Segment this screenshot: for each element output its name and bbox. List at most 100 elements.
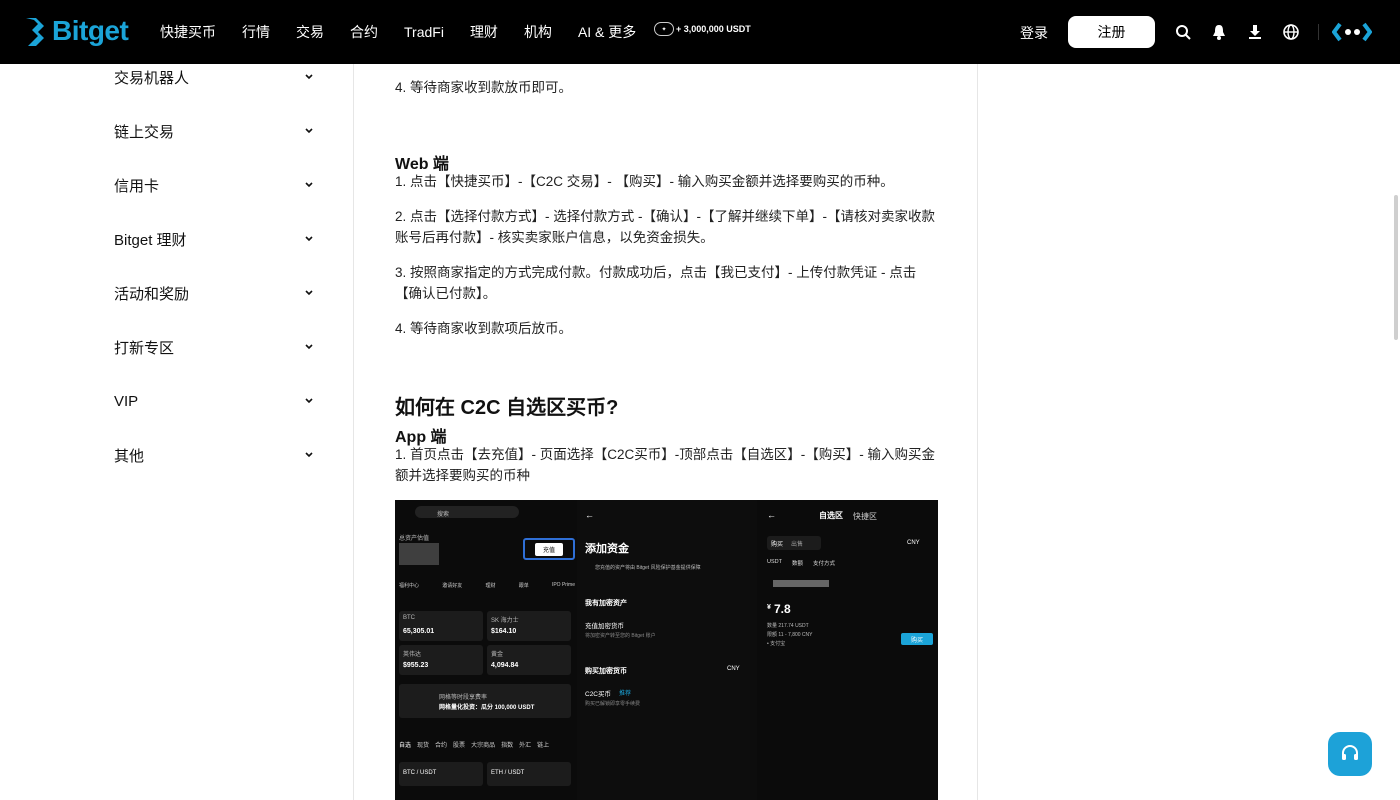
headset-icon bbox=[1342, 745, 1358, 760]
market-tabs: 自选 现货 合约 股票 大宗商品 指数 外汇 链上 bbox=[399, 740, 549, 749]
nav-earn[interactable]: 理财 bbox=[470, 22, 498, 42]
ad-payment: • 支付宝 bbox=[767, 641, 786, 647]
add-funds-title: 添加资金 bbox=[585, 543, 629, 555]
login-link[interactable]: 登录 bbox=[1020, 23, 1048, 43]
sidebar-item-trading-bots[interactable]: 交易机器人 bbox=[114, 65, 314, 89]
chevron-down-icon bbox=[304, 450, 314, 460]
brand-mark-icon[interactable] bbox=[1331, 22, 1373, 42]
back-arrow-icon: ← bbox=[585, 510, 594, 520]
total-assets-label: 总资产估值 bbox=[399, 536, 430, 542]
nav-trade[interactable]: 交易 bbox=[296, 22, 324, 42]
screenshot-search-bar: 搜索 bbox=[415, 506, 519, 518]
ad-price: 7.8 bbox=[774, 602, 791, 616]
article-content: 4. 等待商家收到款放币即可。 Web 端 1. 点击【快捷买币】-【C2C 交… bbox=[355, 64, 978, 800]
quick-icon-row: 福利中心 邀请好友 理财 跟单 IPO Prime bbox=[399, 582, 575, 589]
page-scrollbar[interactable] bbox=[1394, 195, 1398, 340]
register-button[interactable]: 注册 bbox=[1068, 16, 1155, 48]
tile-name: BTC bbox=[403, 615, 415, 621]
deposit-highlight: 充值 bbox=[523, 538, 575, 560]
deposit-crypto-sub: 将加密资产转至您的 Bitget 账户 bbox=[585, 633, 656, 639]
screenshot-add-funds-panel: ← 添加资金 您充值的资产将由 Bitget 风险保护基金提供保障 我有加密资产… bbox=[577, 500, 757, 800]
promo-badge-icon: ✦ bbox=[654, 22, 674, 36]
sidebar-item-label: 信用卡 bbox=[114, 177, 160, 195]
p2p-currency: CNY bbox=[907, 540, 920, 546]
market-tab: 股票 bbox=[453, 743, 466, 749]
sidebar-item-onchain[interactable]: 链上交易 bbox=[114, 119, 314, 143]
tile-gold: 黄金 4,094.84 bbox=[487, 645, 571, 675]
p2p-tab-custom: 自选区 bbox=[819, 511, 843, 520]
sidebar-item-events-rewards[interactable]: 活动和奖励 bbox=[114, 281, 314, 305]
filter-payment: 支付方式 bbox=[813, 561, 836, 567]
buy-sell-toggle: 购买 出售 bbox=[767, 536, 821, 550]
sidebar-item-launchpad[interactable]: 打新专区 bbox=[114, 335, 314, 359]
nav-quick-buy[interactable]: 快捷买币 bbox=[160, 22, 216, 42]
buy-tab: 购买 bbox=[771, 541, 784, 548]
tile-value: 4,094.84 bbox=[491, 662, 519, 669]
nav-futures[interactable]: 合约 bbox=[350, 22, 378, 42]
tile-name: 英伟达 bbox=[403, 652, 422, 658]
market-tab: 大宗商品 bbox=[471, 743, 496, 749]
quick-icon-label: 理财 bbox=[485, 583, 496, 589]
bitget-logo[interactable]: Bitget bbox=[24, 14, 129, 48]
ad-buy-button: 购买 bbox=[901, 633, 933, 645]
globe-icon[interactable] bbox=[1281, 22, 1301, 42]
sidebar-item-vip[interactable]: VIP bbox=[114, 389, 314, 413]
tile-nvidia: 英伟达 $955.23 bbox=[399, 645, 483, 675]
sidebar-item-label: 链上交易 bbox=[114, 123, 175, 141]
tile-name: SK 海力士 bbox=[491, 618, 519, 624]
quick-icon-label: IPO Prime bbox=[551, 582, 575, 588]
c2c-buy-sub: 购买已解锁即享零手续费 bbox=[585, 701, 641, 707]
section-title: 如何在 C2C 自选区买币? bbox=[395, 397, 619, 419]
promo-text: + 3,000,000 USDT bbox=[676, 24, 751, 34]
market-tab: 外汇 bbox=[519, 743, 532, 749]
tile-value: $955.23 bbox=[403, 662, 429, 669]
nav-markets[interactable]: 行情 bbox=[242, 22, 270, 42]
ad-limit: 限额 11 - 7,800 CNY bbox=[767, 632, 813, 638]
bell-icon[interactable] bbox=[1209, 22, 1229, 42]
nav-ai-more[interactable]: AI & 更多 bbox=[578, 22, 636, 42]
chevron-down-icon bbox=[304, 126, 314, 136]
sidebar-item-credit-card[interactable]: 信用卡 bbox=[114, 173, 314, 197]
sidebar-item-bitget-earn[interactable]: Bitget 理财 bbox=[114, 227, 314, 251]
web-step-3: 3. 按照商家指定的方式完成付款。付款成功后，点击【我已支付】- 上传付款凭证 … bbox=[395, 265, 917, 301]
tile-btc: BTC 65,305.01 bbox=[399, 611, 483, 641]
grid-promo-banner: 网格等时段享费率 网格量化投资：瓜分 100,000 USDT bbox=[399, 684, 571, 718]
chevron-down-icon bbox=[304, 396, 314, 406]
sidebar-item-label: 交易机器人 bbox=[114, 69, 190, 87]
quick-icon-label: 邀请好友 bbox=[442, 583, 463, 589]
sidebar-item-label: 活动和奖励 bbox=[114, 285, 190, 303]
nav-tradfi[interactable]: TradFi bbox=[404, 24, 444, 40]
sidebar-item-other[interactable]: 其他 bbox=[114, 443, 314, 467]
help-sidebar: 交易机器人 链上交易 信用卡 Bitget 理财 活动和奖励 打新专区 VIP … bbox=[0, 64, 354, 800]
market-tab: 现货 bbox=[417, 743, 430, 749]
header-divider bbox=[1318, 24, 1319, 40]
register-label: 注册 bbox=[1097, 24, 1126, 40]
promo-banner[interactable]: ✦ + 3,000,000 USDT bbox=[654, 22, 751, 36]
banner-line-1: 网格等时段享费率 bbox=[439, 695, 488, 701]
sidebar-item-label: 其他 bbox=[114, 447, 145, 465]
screenshot-home-panel: 搜索 总资产估值 充值 福利中心 邀请好友 理财 跟单 IPO Prime BT… bbox=[395, 500, 575, 800]
logo-text: Bitget bbox=[52, 15, 129, 46]
banner-line-2: 网格量化投资：瓜分 100,000 USDT bbox=[439, 705, 535, 711]
sidebar-item-label: Bitget 理财 bbox=[114, 231, 187, 249]
ad-quantity: 数量 217.74 USDT bbox=[767, 623, 809, 629]
filter-row: USDT 数额 支付方式 bbox=[767, 559, 835, 567]
chevron-down-icon bbox=[304, 342, 314, 352]
screenshot-p2p-panel: ← 自选区 快捷区 购买 出售 CNY USDT 数额 支付方式 ¥ 7.8 数… bbox=[759, 500, 938, 800]
customer-support-button[interactable] bbox=[1328, 732, 1372, 776]
pair-card: ETH / USDT bbox=[487, 762, 571, 786]
bitget-logo-icon bbox=[26, 18, 44, 46]
app-screenshot-image: 搜索 总资产估值 充值 福利中心 邀请好友 理财 跟单 IPO Prime BT… bbox=[395, 500, 938, 800]
download-icon[interactable] bbox=[1245, 22, 1265, 42]
filter-amount: 数额 bbox=[791, 561, 803, 567]
filter-coin: USDT bbox=[767, 559, 782, 565]
price-currency-symbol: ¥ bbox=[767, 604, 771, 611]
tile-value: 65,305.01 bbox=[403, 628, 435, 635]
tile-name: 黄金 bbox=[491, 652, 504, 658]
web-step-2: 2. 点击【选择付款方式】- 选择付款方式 -【确认】-【了解并继续下单】-【请… bbox=[395, 209, 935, 245]
p2p-tab-express: 快捷区 bbox=[853, 512, 877, 521]
tile-value: $164.10 bbox=[491, 628, 517, 635]
nav-institutional[interactable]: 机构 bbox=[524, 22, 552, 42]
search-icon[interactable] bbox=[1173, 22, 1193, 42]
back-arrow-icon: ← bbox=[767, 510, 776, 520]
